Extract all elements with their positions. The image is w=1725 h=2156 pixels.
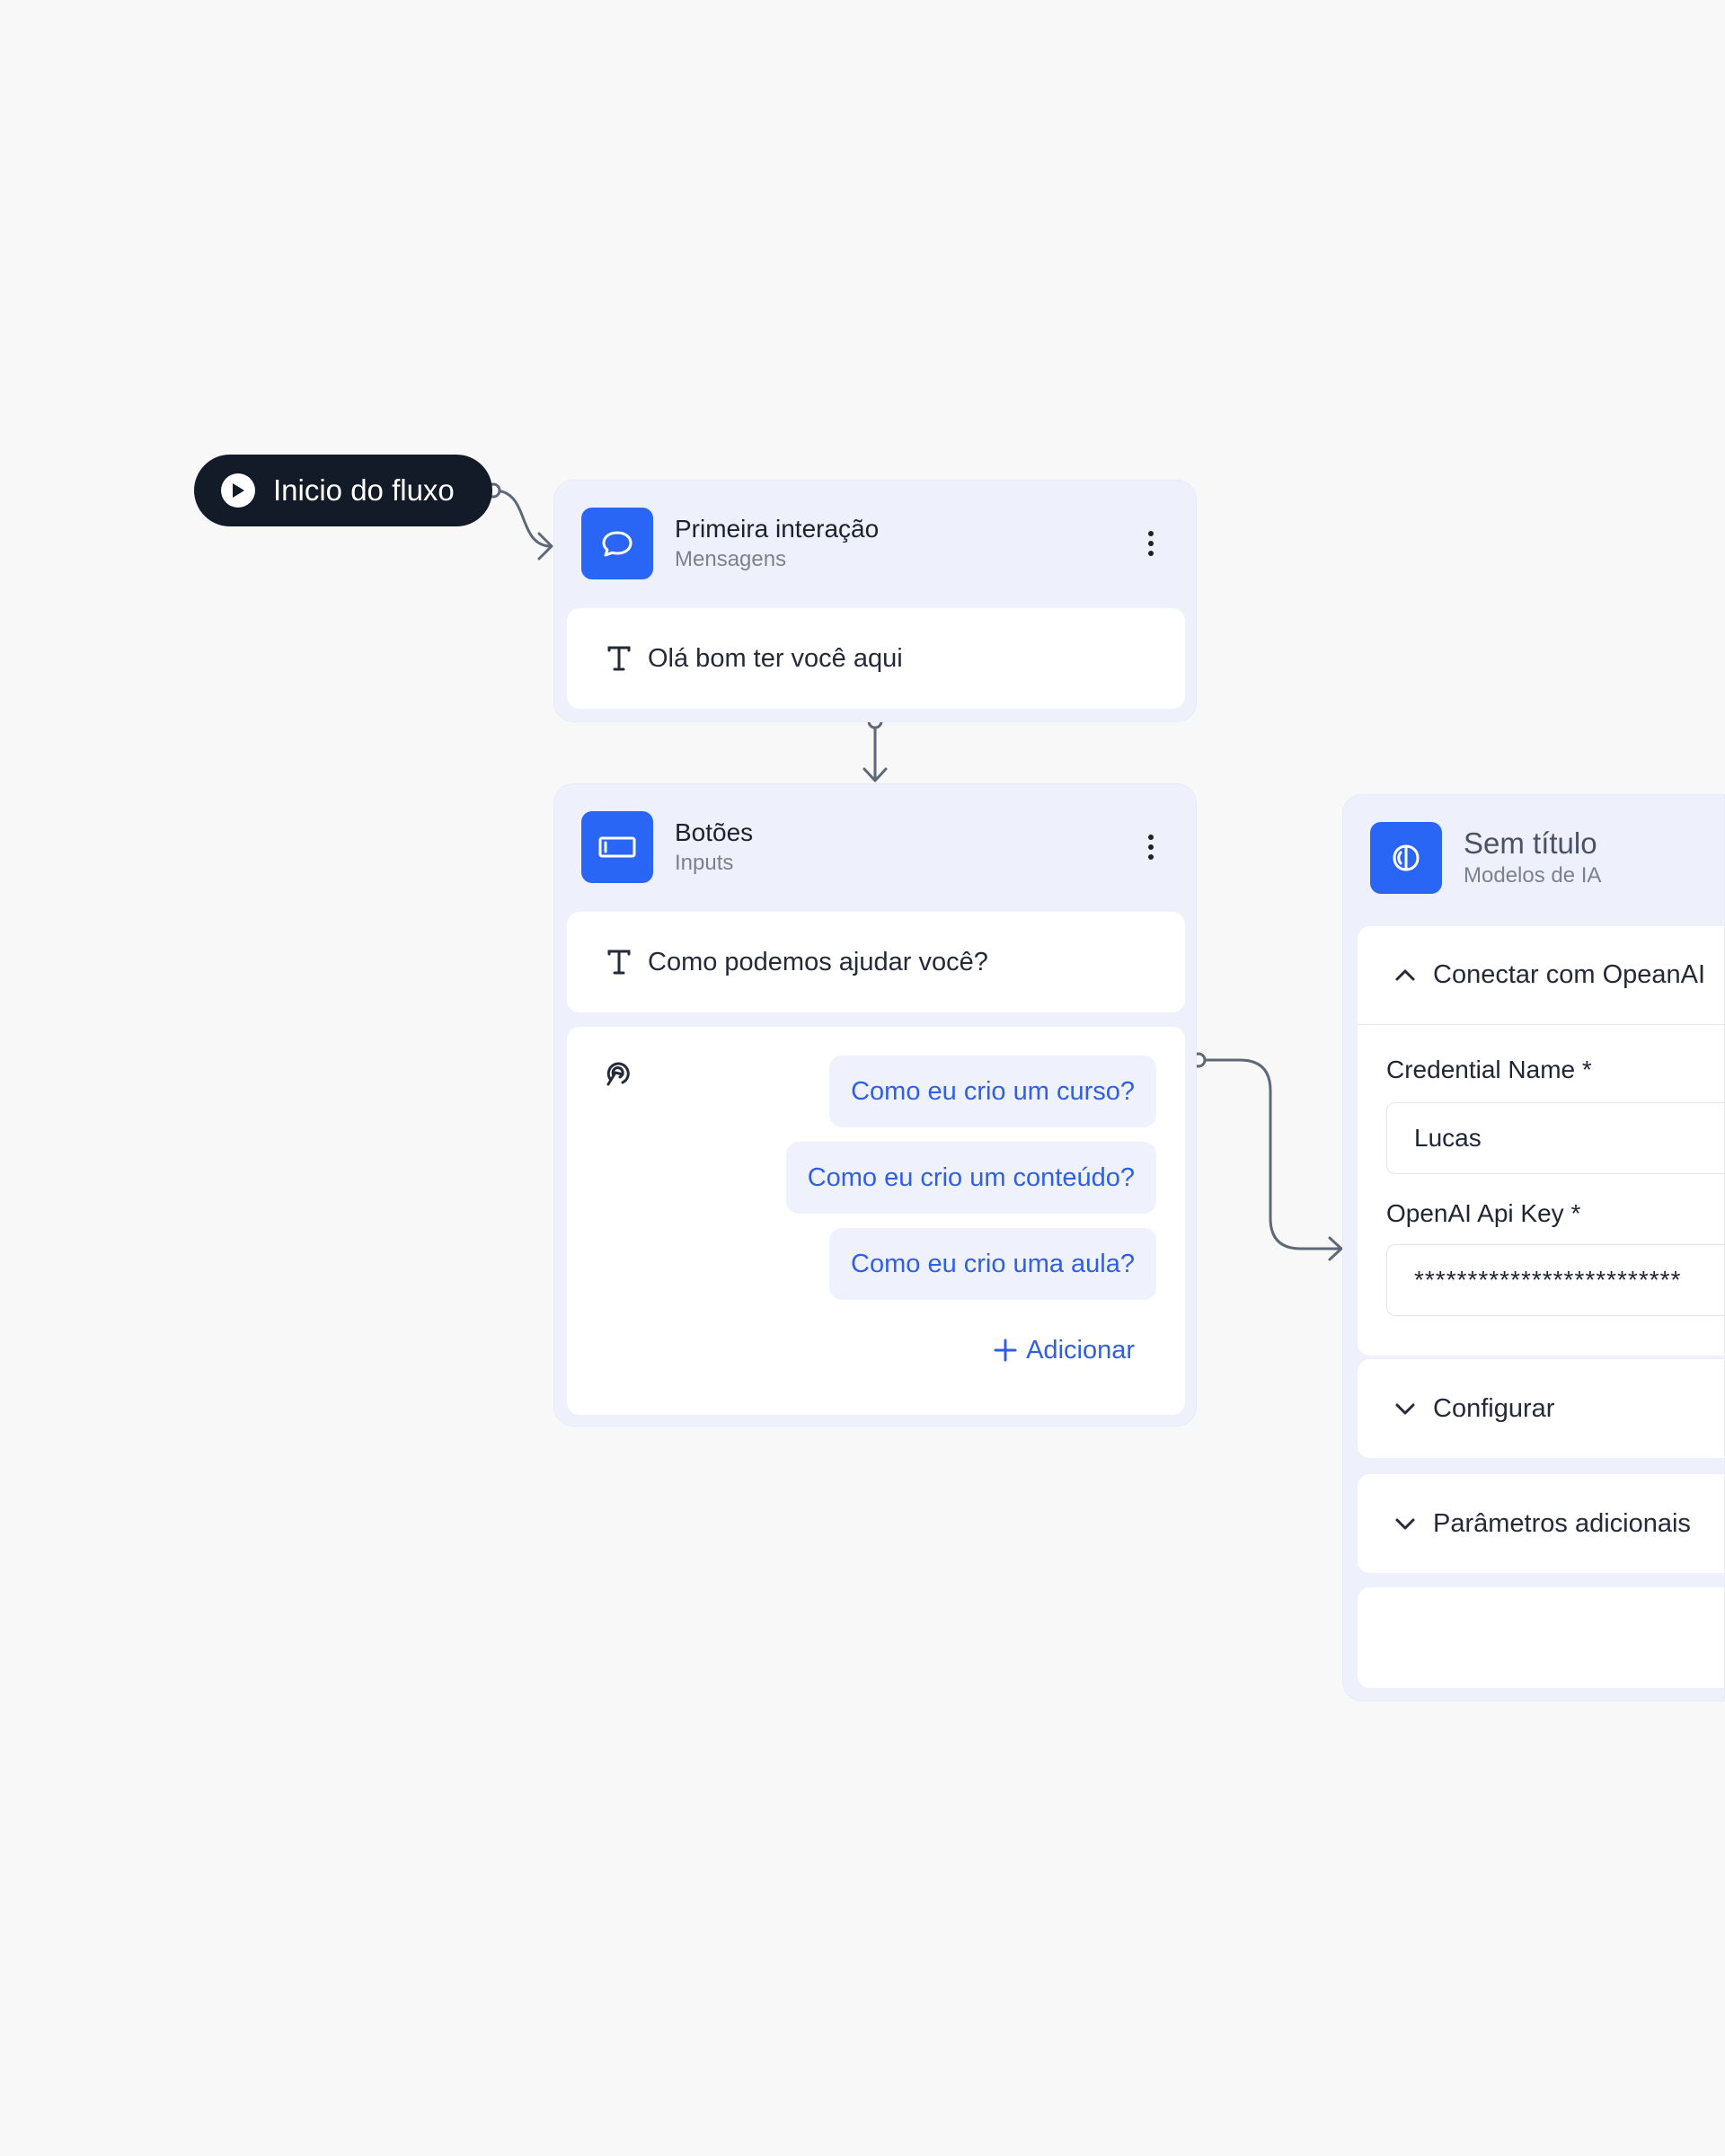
choices-card: Como eu crio um curso? Como eu crio um c… xyxy=(567,1027,1185,1415)
text-t-icon xyxy=(607,950,631,975)
api-key-label: OpenAI Api Key * xyxy=(1386,1199,1581,1227)
section-parametros[interactable]: Parâmetros adicionais xyxy=(1358,1474,1724,1573)
node-subtitle: Modelos de IA xyxy=(1464,863,1602,888)
section-configurar[interactable]: Configurar xyxy=(1358,1359,1724,1458)
section-parametros-header[interactable]: Parâmetros adicionais xyxy=(1358,1474,1724,1573)
question-text: Como podemos ajudar você? xyxy=(648,947,988,976)
section-connect-openai: Conectar com OpeanAI Credential Name * L… xyxy=(1358,926,1724,1356)
plus-icon xyxy=(994,1339,1017,1362)
add-choice-button[interactable]: Adicionar xyxy=(994,1332,1135,1368)
connector-arrowhead xyxy=(537,532,553,561)
connector-arrowhead xyxy=(1328,1236,1343,1261)
choice-button-1[interactable]: Como eu crio um curso? xyxy=(829,1056,1156,1127)
message-card[interactable]: Olá bom ter você aqui xyxy=(567,608,1185,709)
connector-start-to-primeira xyxy=(492,489,552,548)
chevron-up-icon xyxy=(1395,969,1415,980)
node-primeira-interacao[interactable]: Primeira interação Mensagens Olá bom ter… xyxy=(553,480,1197,722)
kebab-menu-icon[interactable] xyxy=(1133,829,1169,865)
text-t-icon xyxy=(607,646,631,671)
section-title: Parâmetros adicionais xyxy=(1433,1508,1691,1538)
node-ai-model[interactable]: Sem título Modelos de IA Conectar com Op… xyxy=(1342,794,1725,1701)
choice-button-3[interactable]: Como eu crio uma aula? xyxy=(829,1228,1156,1300)
flow-start-pill[interactable]: Inicio do fluxo xyxy=(194,455,492,526)
section-connect-openai-header[interactable]: Conectar com OpeanAI xyxy=(1358,926,1724,1025)
play-circle-icon xyxy=(221,473,255,508)
node-header: Sem título Modelos de IA xyxy=(1370,822,1724,894)
connector-arrowhead xyxy=(862,767,888,782)
message-text: Olá bom ter você aqui xyxy=(648,643,903,673)
section-configurar-header[interactable]: Configurar xyxy=(1358,1359,1724,1458)
node-header: Botões Inputs xyxy=(581,811,1169,883)
node-subtitle: Inputs xyxy=(675,851,734,875)
question-card[interactable]: Como podemos ajudar você? xyxy=(567,912,1185,1012)
button-input-icon xyxy=(581,811,653,883)
node-title: Botões xyxy=(675,818,754,846)
choice-button-2[interactable]: Como eu crio um conteúdo? xyxy=(785,1142,1156,1214)
chevron-down-icon xyxy=(1395,1403,1415,1415)
section-title: Conectar com OpeanAI xyxy=(1433,960,1706,989)
chevron-down-icon xyxy=(1395,1518,1415,1530)
flow-start-label: Inicio do fluxo xyxy=(273,473,455,507)
node-title: Sem título xyxy=(1464,826,1597,860)
brain-icon xyxy=(1370,822,1442,894)
node-subtitle: Mensagens xyxy=(675,547,787,571)
add-choice-label: Adicionar xyxy=(1026,1335,1135,1365)
credential-name-label: Credential Name * xyxy=(1386,1056,1592,1083)
section-empty xyxy=(1358,1587,1724,1688)
node-header: Primeira interação Mensagens xyxy=(581,508,1169,579)
pointer-click-icon xyxy=(606,1062,630,1086)
node-botoes[interactable]: Botões Inputs Como podemos ajudar você? … xyxy=(553,783,1197,1427)
section-title: Configurar xyxy=(1433,1393,1555,1423)
node-title: Primeira interação xyxy=(675,515,880,543)
api-key-input[interactable]: ************************* xyxy=(1386,1244,1724,1316)
chat-bubble-icon xyxy=(581,508,653,579)
kebab-menu-icon[interactable] xyxy=(1133,526,1169,561)
credential-name-input[interactable]: Lucas xyxy=(1386,1102,1724,1174)
connector-botoes-to-ai xyxy=(1202,1058,1342,1250)
